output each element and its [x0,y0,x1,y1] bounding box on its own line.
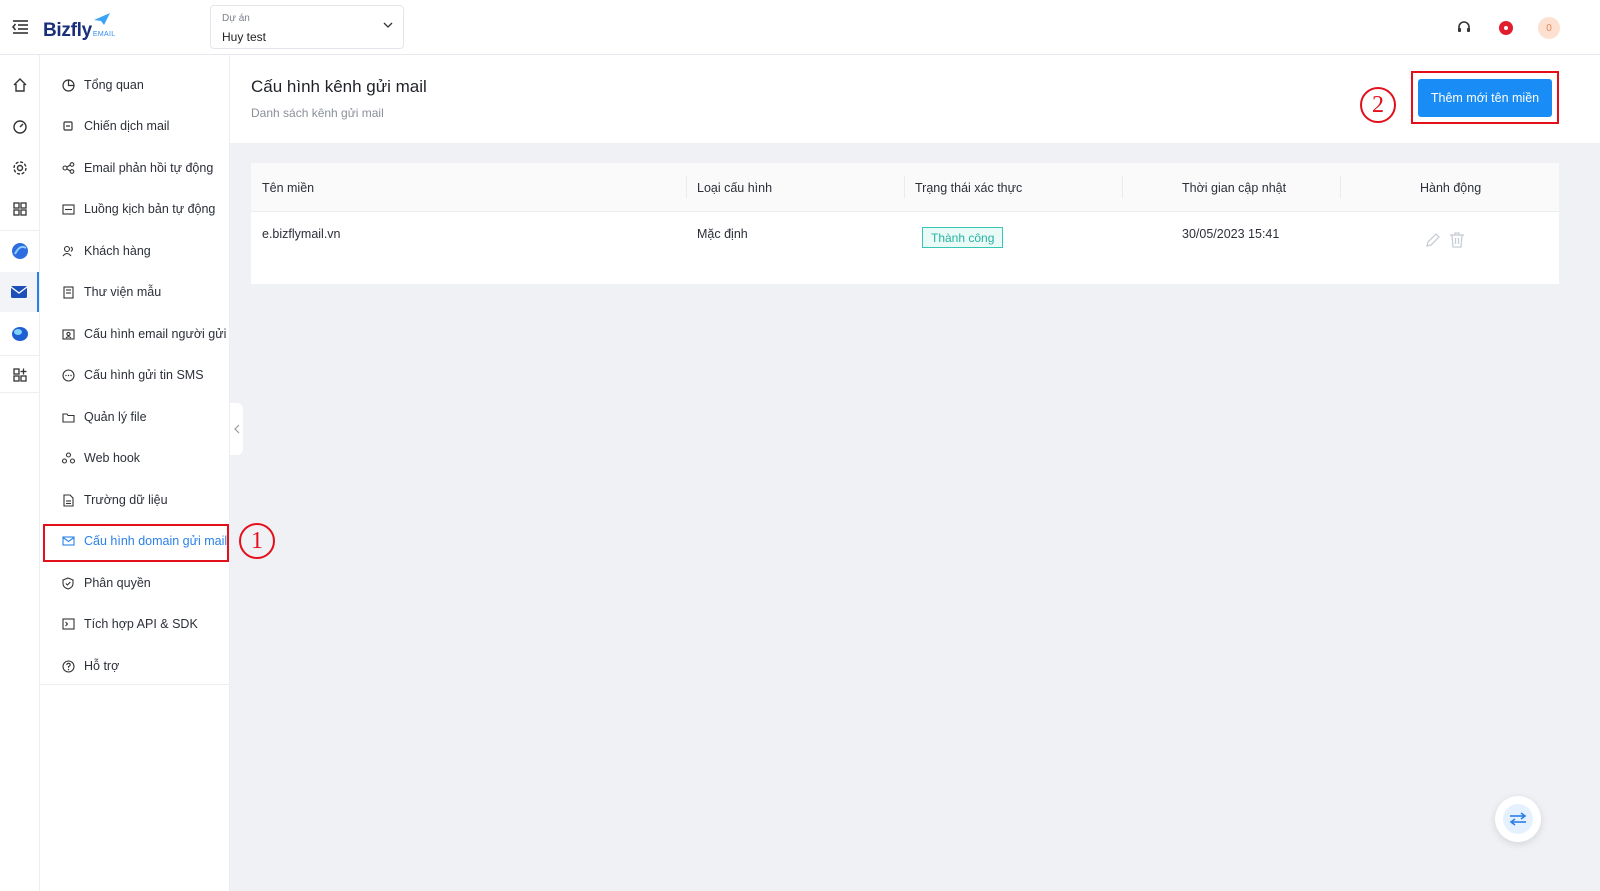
table-header: Tên miền Loại cấu hình Trạng thái xác th… [251,163,1559,212]
side-menu: Tổng quan Chiến dịch mail Email phản hồi… [40,55,230,891]
notification-icon[interactable] [1496,18,1516,38]
logo-text: Bizfly [43,20,92,41]
sidebar-item-support[interactable]: Hỗ trợ [40,646,230,686]
swap-arrows-icon [1509,812,1527,826]
workflow-icon [61,202,75,216]
column-header-domain: Tên miền [262,180,315,195]
users-icon [61,244,75,258]
column-header-actions: Hành động [1420,180,1482,195]
support-headset-icon[interactable] [1454,18,1474,38]
icon-rail [0,55,40,891]
sidebar-item-label: Cấu hình gửi tin SMS [84,368,204,382]
column-header-status: Trạng thái xác thực [915,180,1023,195]
cell-type: Mặc định [697,227,748,241]
sender-id-icon [61,327,75,341]
gear-icon[interactable] [0,148,39,188]
sidebar-item-thu-vien[interactable]: Thư viện mẫu [40,272,230,312]
sidebar-item-label: Email phản hồi tự động [84,161,214,175]
sidebar-item-data-fields[interactable]: Trường dữ liệu [40,480,230,520]
chat-app-icon[interactable] [0,314,39,354]
help-circle-icon [61,659,75,673]
terminal-icon [61,617,75,631]
step-2-badge: 2 [1360,87,1396,123]
sidebar-item-api-sdk[interactable]: Tích hợp API & SDK [40,604,230,644]
home-icon[interactable] [0,65,39,105]
sidebar-item-label: Khách hàng [84,244,151,258]
highlight-box-step-2 [1411,71,1559,124]
sidebar-item-label: Chiến dịch mail [84,119,170,133]
sidebar-item-label: Quản lý file [84,410,147,424]
shield-check-icon [61,576,75,590]
project-select[interactable]: Dự án Huy test [210,5,404,49]
pie-chart-icon [61,78,75,92]
switch-floating-button[interactable] [1495,796,1541,842]
chevron-down-icon [383,22,393,28]
column-header-updated: Thời gian cập nhật [1182,180,1287,195]
sidebar-item-label: Hỗ trợ [84,659,120,673]
highlight-box-step-1 [43,524,229,562]
page-subtitle: Danh sách kênh gửi mail [251,106,384,120]
page-title: Cấu hình kênh gửi mail [251,77,427,96]
sidebar-item-label: Tích hợp API & SDK [84,617,198,631]
logo-sub: EMAIL [92,31,116,38]
template-library-icon [61,285,75,299]
sidebar-item-label: Luồng kịch bản tự động [84,202,216,216]
column-header-type: Loại cấu hình [697,180,773,195]
share-nodes-icon [61,161,75,175]
cell-domain: e.bizflymail.vn [262,227,341,241]
add-app-icon[interactable] [0,355,39,395]
step-1-badge: 1 [239,523,275,559]
sidebar-item-permissions[interactable]: Phân quyền [40,563,230,603]
menu-toggle-icon[interactable] [11,19,29,35]
crm-app-icon[interactable] [0,231,39,271]
sidebar-item-label: Cấu hình email người gửi [84,327,227,341]
sidebar-item-auto-reply[interactable]: Email phản hồi tự động [40,148,230,188]
top-bar: Bizfly EMAIL Dự án Huy test 0 [0,0,1600,55]
apps-grid-icon[interactable] [0,189,39,229]
delete-trash-icon[interactable] [1449,231,1465,252]
document-fields-icon [61,493,75,507]
chevron-left-icon [233,424,239,434]
sidebar-item-sender-config[interactable]: Cấu hình email người gửi [40,314,230,354]
sidebar-item-webhook[interactable]: Web hook [40,438,230,478]
sidebar-item-label: Trường dữ liệu [84,493,168,507]
folder-icon [61,410,75,424]
project-label: Dự án [222,13,250,24]
row-actions [1424,231,1465,252]
domain-table: Tên miền Loại cấu hình Trạng thái xác th… [251,163,1559,284]
collapse-sidebar-button[interactable] [230,403,243,455]
sidebar-item-label: Thư viện mẫu [84,285,162,299]
webhook-icon [61,451,75,465]
sidebar-item-label: Tổng quan [84,78,144,92]
email-app-icon[interactable] [0,272,39,312]
sidebar-item-chien-dich[interactable]: Chiến dịch mail [40,106,230,146]
status-badge: Thành công [922,227,1004,248]
edit-pencil-icon[interactable] [1424,231,1442,252]
mail-campaign-icon [61,119,75,133]
sidebar-item-label: Web hook [84,451,141,465]
sidebar-item-file-manager[interactable]: Quản lý file [40,397,230,437]
sidebar-item-workflow[interactable]: Luồng kịch bản tự động [40,189,230,229]
sms-chat-icon [61,368,75,382]
avatar[interactable]: 0 [1538,17,1560,39]
sidebar-item-khach-hang[interactable]: Khách hàng [40,231,230,271]
dashboard-gauge-icon[interactable] [0,107,39,147]
cell-updated: 30/05/2023 15:41 [1182,227,1280,241]
sidebar-item-tong-quan[interactable]: Tổng quan [40,65,230,105]
project-value: Huy test [222,30,267,44]
paper-plane-icon [94,13,110,25]
sidebar-item-label: Phân quyền [84,576,151,590]
bizfly-logo[interactable]: Bizfly EMAIL [43,13,116,42]
sidebar-item-sms-config[interactable]: Cấu hình gửi tin SMS [40,355,230,395]
